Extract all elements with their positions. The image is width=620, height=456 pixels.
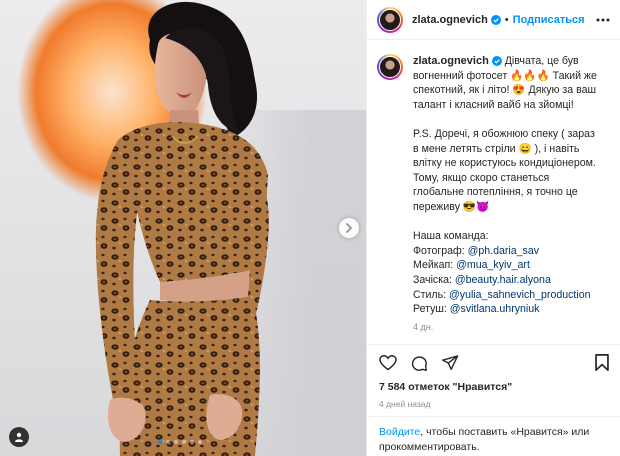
credit-role: Ретуш: xyxy=(413,303,450,316)
username-link[interactable]: zlata.ognevich xyxy=(412,14,488,26)
caption-ps: P.S. Доречі, я обожнюю спеку ( зараз в м… xyxy=(413,127,596,213)
save-button[interactable] xyxy=(595,354,609,371)
carousel-dot xyxy=(190,440,194,444)
heart-icon xyxy=(379,354,397,370)
credit-handle-link[interactable]: @yulia_sahnevich_production xyxy=(449,289,591,301)
carousel-dot xyxy=(158,440,162,444)
follow-button[interactable]: Подписаться xyxy=(513,14,585,26)
bookmark-icon xyxy=(595,354,609,371)
carousel-dot xyxy=(166,440,170,444)
carousel-indicator xyxy=(158,440,202,444)
chevron-right-icon xyxy=(346,223,353,233)
carousel-dot xyxy=(198,440,202,444)
login-link[interactable]: Войдите xyxy=(379,426,420,438)
credit-role: Фотограф: xyxy=(413,244,468,257)
like-button[interactable] xyxy=(379,354,397,371)
credit-role: Стиль: xyxy=(413,288,450,301)
carousel-next-button[interactable] xyxy=(339,218,359,238)
model-illustration xyxy=(95,1,269,456)
credit-handle-link[interactable]: @ph.daria_sav xyxy=(468,245,539,257)
avatar[interactable] xyxy=(377,54,403,80)
credit-line: Зачіска: @beauty.hair.alyona xyxy=(413,273,603,288)
paper-plane-icon xyxy=(442,354,459,370)
more-horizontal-icon xyxy=(596,18,610,21)
likes-count[interactable]: 7 584 отметок "Нравится" xyxy=(379,381,512,393)
carousel-dot xyxy=(182,440,186,444)
credit-line: Мейкап: @mua_kyiv_art xyxy=(413,258,603,273)
tagged-users-button[interactable] xyxy=(9,427,29,447)
action-bar xyxy=(367,344,620,380)
credit-handle-link[interactable]: @mua_kyiv_art xyxy=(456,259,530,271)
caption-section: zlata.ognevich Дівчата, це був вогненний… xyxy=(367,40,620,344)
caption-username-link[interactable]: zlata.ognevich xyxy=(413,55,489,67)
separator-dot: • xyxy=(504,13,509,26)
team-title: Наша команда: xyxy=(413,230,489,243)
caption-text: zlata.ognevich Дівчата, це був вогненний… xyxy=(413,54,603,344)
post-sidebar: zlata.ognevich • Подписаться zlata.ognev… xyxy=(366,0,620,456)
verified-badge-icon xyxy=(491,56,502,67)
avatar[interactable] xyxy=(377,6,403,33)
post-photo[interactable] xyxy=(0,0,366,456)
credit-handle-link[interactable]: @svitlana.uhryniuk xyxy=(450,303,540,315)
caption-timestamp: 4 дн. xyxy=(413,321,434,332)
login-prompt: Войдите, чтобы поставить «Нравится» или … xyxy=(367,416,620,456)
post-header: zlata.ognevich • Подписаться xyxy=(367,0,620,40)
share-button[interactable] xyxy=(442,354,459,371)
credits-list: Фотограф: @ph.daria_sav Мейкап: @mua_kyiv… xyxy=(413,244,603,317)
user-tag-icon xyxy=(15,432,23,442)
credit-line: Ретуш: @svitlana.uhryniuk xyxy=(413,302,603,317)
comment-button[interactable] xyxy=(411,354,428,371)
credit-handle-link[interactable]: @beauty.hair.alyona xyxy=(455,274,551,286)
credit-role: Мейкап: xyxy=(413,259,457,272)
credit-line: Стиль: @yulia_sahnevich_production xyxy=(413,288,603,303)
verified-badge-icon xyxy=(490,14,501,25)
post-date: 4 дней назад xyxy=(379,399,431,409)
comment-bubble-icon xyxy=(411,356,427,371)
credit-line: Фотограф: @ph.daria_sav xyxy=(413,244,603,259)
credit-role: Зачіска: xyxy=(413,273,455,286)
more-options-button[interactable] xyxy=(596,18,610,22)
carousel-dot xyxy=(174,440,178,444)
